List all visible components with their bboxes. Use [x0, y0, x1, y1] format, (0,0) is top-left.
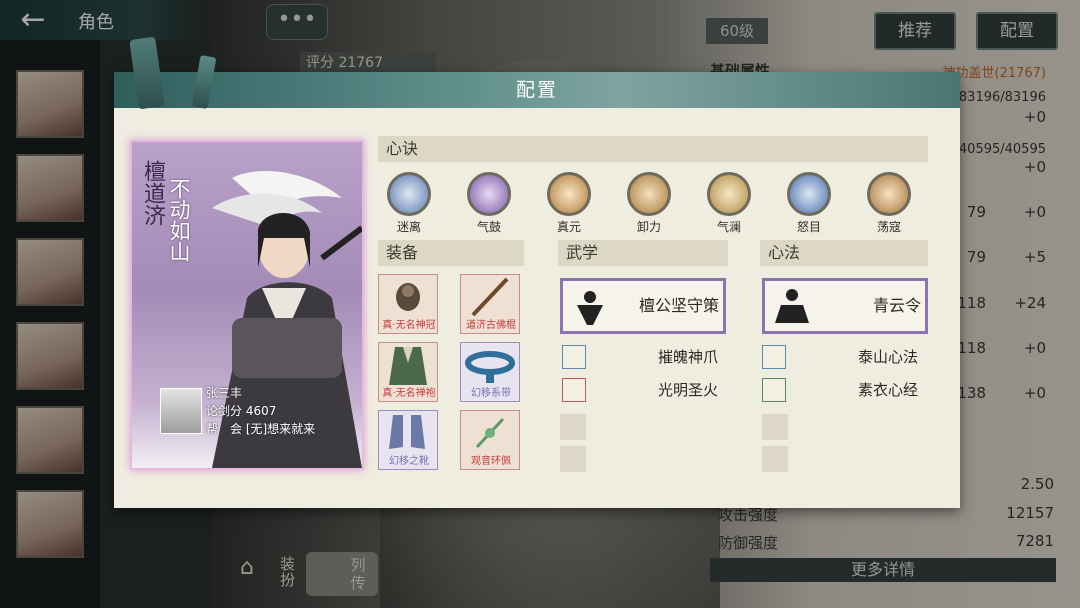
character-card: 檀道济 不动如山 张三丰 论剑分 4607 帮 会 [无]想来就来 — [130, 140, 364, 470]
xinfa-main-skill[interactable]: 青云令 — [762, 278, 928, 334]
equip-slot-boots[interactable]: 幻移之靴 — [378, 410, 438, 470]
xinjue-skill[interactable]: 荡寇 — [862, 172, 916, 235]
robe-icon — [389, 347, 427, 385]
sub-skill-name: 摧魄神爪 — [657, 348, 718, 366]
skill-label: 迷离 — [396, 220, 421, 234]
empty-skill-slot[interactable] — [762, 414, 788, 440]
equip-slot-helmet[interactable]: 真·无名神冠 — [378, 274, 438, 334]
empty-skill-slot[interactable] — [560, 414, 586, 440]
staff-icon — [471, 277, 509, 317]
empty-skill-slot[interactable] — [762, 446, 788, 472]
owner-name: 张三丰 — [206, 386, 243, 400]
wuxue-header: 武学 — [558, 240, 728, 266]
owner-guild: 帮 会 [无]想来就来 — [206, 422, 316, 436]
wuxue-sub-skill[interactable]: 光明圣火 — [562, 378, 722, 404]
owner-avatar — [160, 388, 202, 434]
xinjue-skill[interactable]: 怒目 — [782, 172, 836, 235]
wave-icon — [707, 172, 751, 216]
xinjue-skill[interactable]: 卸力 — [622, 172, 676, 235]
equip-slot-belt[interactable]: 幻移系带 — [460, 342, 520, 402]
vortex-icon — [467, 172, 511, 216]
belt-icon — [465, 351, 515, 383]
skill-label: 卸力 — [636, 220, 661, 234]
modal-title: 配置 — [515, 79, 558, 101]
equip-caption: 观音环佩 — [471, 456, 511, 467]
hero-motto: 不动如山 — [167, 178, 191, 262]
equip-slot-weapon[interactable]: 道济古佛棍 — [460, 274, 520, 334]
sun-icon — [547, 172, 591, 216]
equip-caption: 幻移之靴 — [389, 456, 429, 467]
meditation-icon — [775, 289, 809, 323]
hero-name: 檀道济 — [140, 160, 165, 226]
xinjue-skill[interactable]: 气澜 — [702, 172, 756, 235]
pendant-icon — [475, 417, 505, 449]
xinjue-skill[interactable]: 气鼓 — [462, 172, 516, 235]
equip-slot-armor[interactable]: 真·无名禅袍 — [378, 342, 438, 402]
equip-caption: 真·无名禅袍 — [382, 388, 436, 399]
skill-label: 气澜 — [716, 220, 741, 234]
equipment-header: 装备 — [378, 240, 524, 266]
helmet-icon — [396, 283, 420, 311]
equip-caption: 真·无名神冠 — [382, 320, 436, 331]
owner-score: 论剑分 4607 — [206, 404, 277, 418]
swirl-icon — [627, 172, 671, 216]
xinfa-main-name: 青云令 — [872, 296, 921, 315]
equip-caption: 幻移系带 — [471, 388, 511, 399]
boots-icon — [389, 415, 425, 449]
skill-label: 真元 — [556, 220, 581, 234]
skill-label: 气鼓 — [476, 220, 501, 234]
xinjue-skill[interactable]: 迷离 — [382, 172, 436, 235]
mist-icon — [387, 172, 431, 216]
xinfa-header: 心法 — [760, 240, 928, 266]
xinfa-sub-skill[interactable]: 泰山心法 — [762, 345, 922, 371]
equip-slot-accessory[interactable]: 观音环佩 — [460, 410, 520, 470]
xinjue-header: 心诀 — [378, 136, 928, 162]
sub-skill-name: 素衣心经 — [857, 381, 918, 399]
strategy-icon — [577, 291, 603, 325]
skill-label: 荡寇 — [876, 220, 901, 234]
wuxue-main-skill[interactable]: 檀公坚守策 — [560, 278, 726, 334]
skill-label: 怒目 — [796, 220, 821, 234]
wuxue-sub-skill[interactable]: 摧魄神爪 — [562, 345, 722, 371]
blade-icon — [867, 172, 911, 216]
xinjue-skill[interactable]: 真元 — [542, 172, 596, 235]
sub-skill-name: 光明圣火 — [657, 381, 718, 399]
eye-icon — [787, 172, 831, 216]
xinfa-sub-skill[interactable]: 素衣心经 — [762, 378, 922, 404]
config-modal: 配置 檀道济 不动如山 张三丰 论剑分 4607 帮 会 [无]想来就来 心诀 … — [114, 72, 960, 508]
equip-caption: 道济古佛棍 — [466, 320, 516, 331]
empty-skill-slot[interactable] — [560, 446, 586, 472]
wuxue-main-name: 檀公坚守策 — [638, 296, 719, 315]
sub-skill-name: 泰山心法 — [857, 348, 918, 366]
